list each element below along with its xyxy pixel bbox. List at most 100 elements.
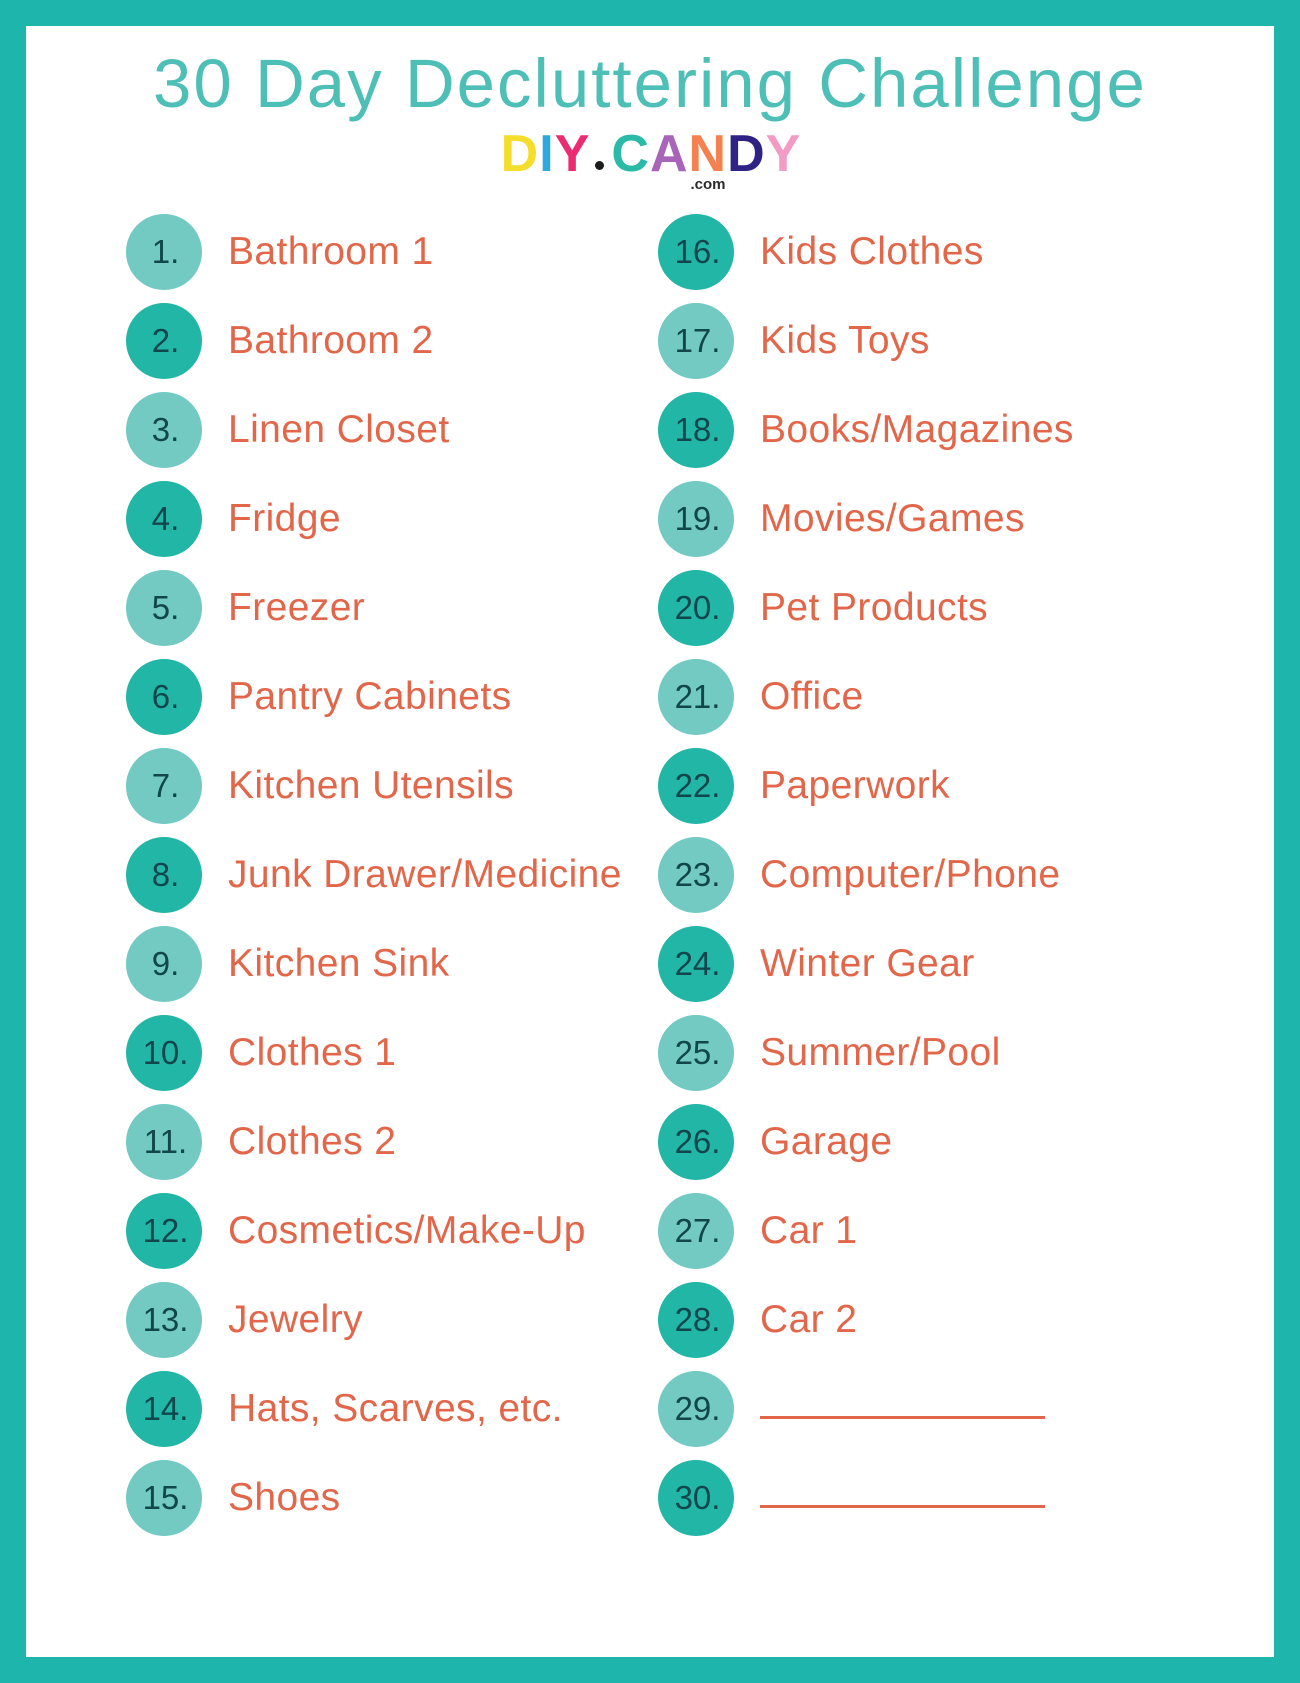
list-item[interactable]: 12. Cosmetics/Make-Up bbox=[126, 1186, 650, 1275]
list-item[interactable]: 22. Paperwork bbox=[658, 741, 1274, 830]
item-number-badge: 2. bbox=[126, 302, 202, 379]
item-number-badge: 10. bbox=[126, 1014, 202, 1091]
item-number-badge: 19. bbox=[658, 480, 734, 557]
list-item[interactable]: 6. Pantry Cabinets bbox=[126, 652, 650, 741]
checklist-left: 1. Bathroom 1 2. Bathroom 2 3. Linen Closet 4.… bbox=[126, 207, 650, 1542]
checklist-column-left: 1. Bathroom 1 2. Bathroom 2 3. Linen Closet 4.… bbox=[26, 207, 650, 1542]
checklist-columns: 1. Bathroom 1 2. Bathroom 2 3. Linen Closet 4.… bbox=[26, 193, 1274, 1542]
item-label: Books/Magazines bbox=[760, 407, 1074, 451]
item-number-badge: 23. bbox=[658, 836, 734, 913]
item-number-badge: 30. bbox=[658, 1459, 734, 1536]
list-item[interactable]: 11. Clothes 2 bbox=[126, 1097, 650, 1186]
item-number-badge: 14. bbox=[126, 1370, 202, 1447]
item-label: Garage bbox=[760, 1119, 893, 1163]
item-number-badge: 11. bbox=[126, 1103, 202, 1180]
item-label: Kids Clothes bbox=[760, 229, 984, 273]
checklist-right: 16. Kids Clothes 17. Kids Toys 18. Books/Maga… bbox=[658, 207, 1274, 1542]
item-number-badge: 17. bbox=[658, 302, 734, 379]
item-number-badge: 16. bbox=[658, 213, 734, 290]
page-title: 30 Day Decluttering Challenge bbox=[153, 45, 1147, 122]
list-item[interactable]: 28. Car 2 bbox=[658, 1275, 1274, 1364]
list-item[interactable]: 25. Summer/Pool bbox=[658, 1008, 1274, 1097]
list-item[interactable]: 20. Pet Products bbox=[658, 563, 1274, 652]
logo-letter-n: N bbox=[688, 125, 727, 184]
item-number-badge: 13. bbox=[126, 1281, 202, 1358]
list-item[interactable]: 26. Garage bbox=[658, 1097, 1274, 1186]
list-item[interactable]: 18. Books/Magazines bbox=[658, 385, 1274, 474]
item-label: Summer/Pool bbox=[760, 1030, 1001, 1074]
item-number-badge: 5. bbox=[126, 569, 202, 646]
logo-letter-d1: D bbox=[500, 125, 539, 184]
item-label: Hats, Scarves, etc. bbox=[228, 1386, 563, 1430]
list-item[interactable]: 21. Office bbox=[658, 652, 1274, 741]
item-number-badge: 25. bbox=[658, 1014, 734, 1091]
page-header: 30 Day Decluttering Challenge D I Y C A … bbox=[26, 26, 1274, 193]
item-label: Kitchen Sink bbox=[228, 941, 450, 985]
item-number-badge: 8. bbox=[126, 836, 202, 913]
item-number-badge: 22. bbox=[658, 747, 734, 824]
list-item[interactable]: 5. Freezer bbox=[126, 563, 650, 652]
list-item[interactable]: 7. Kitchen Utensils bbox=[126, 741, 650, 830]
list-item[interactable]: 9. Kitchen Sink bbox=[126, 919, 650, 1008]
list-item[interactable]: 29. bbox=[658, 1364, 1274, 1453]
item-label: Office bbox=[760, 674, 864, 718]
logo-letter-i: I bbox=[539, 125, 553, 184]
item-label: Shoes bbox=[228, 1475, 341, 1519]
list-item[interactable]: 19. Movies/Games bbox=[658, 474, 1274, 563]
item-label: Car 2 bbox=[760, 1297, 858, 1341]
list-item[interactable]: 13. Jewelry bbox=[126, 1275, 650, 1364]
item-number-badge: 7. bbox=[126, 747, 202, 824]
logo-domain-suffix: .com bbox=[690, 176, 726, 194]
list-item[interactable]: 2. Bathroom 2 bbox=[126, 296, 650, 385]
item-label: Freezer bbox=[228, 585, 366, 629]
item-label: Car 1 bbox=[760, 1208, 858, 1252]
list-item[interactable]: 8. Junk Drawer/Medicine bbox=[126, 830, 650, 919]
list-item[interactable]: 24. Winter Gear bbox=[658, 919, 1274, 1008]
brand-logo: D I Y C A N D Y .com bbox=[26, 126, 1274, 193]
item-label: Pantry Cabinets bbox=[228, 674, 512, 718]
item-label: Paperwork bbox=[760, 763, 951, 807]
logo-letter-a: A bbox=[649, 125, 688, 184]
item-label: Computer/Phone bbox=[760, 852, 1061, 896]
item-number-badge: 24. bbox=[658, 925, 734, 1002]
write-in-line[interactable] bbox=[760, 1505, 1045, 1509]
write-in-line[interactable] bbox=[760, 1416, 1045, 1420]
item-number-badge: 1. bbox=[126, 213, 202, 290]
item-number-badge: 20. bbox=[658, 569, 734, 646]
item-label: Junk Drawer/Medicine bbox=[228, 852, 622, 896]
list-item[interactable]: 10. Clothes 1 bbox=[126, 1008, 650, 1097]
item-number-badge: 15. bbox=[126, 1459, 202, 1536]
list-item[interactable]: 3. Linen Closet bbox=[126, 385, 650, 474]
item-number-badge: 28. bbox=[658, 1281, 734, 1358]
logo-letter-c: C bbox=[611, 125, 649, 184]
list-item[interactable]: 1. Bathroom 1 bbox=[126, 207, 650, 296]
list-item[interactable]: 4. Fridge bbox=[126, 474, 650, 563]
item-label: Clothes 1 bbox=[228, 1030, 397, 1074]
item-label: Pet Products bbox=[760, 585, 989, 629]
list-item[interactable]: 14. Hats, Scarves, etc. bbox=[126, 1364, 650, 1453]
logo-dot-icon bbox=[595, 161, 605, 171]
printable-page: 30 Day Decluttering Challenge D I Y C A … bbox=[26, 26, 1274, 1657]
list-item[interactable]: 16. Kids Clothes bbox=[658, 207, 1274, 296]
list-item[interactable]: 27. Car 1 bbox=[658, 1186, 1274, 1275]
item-label: Jewelry bbox=[228, 1297, 363, 1341]
item-label: Bathroom 2 bbox=[228, 318, 434, 362]
checklist-column-right: 16. Kids Clothes 17. Kids Toys 18. Books/Maga… bbox=[650, 207, 1274, 1542]
item-number-badge: 21. bbox=[658, 658, 734, 735]
item-number-badge: 9. bbox=[126, 925, 202, 1002]
item-label: Kids Toys bbox=[760, 318, 930, 362]
item-label: Winter Gear bbox=[760, 941, 975, 985]
list-item[interactable]: 30. bbox=[658, 1453, 1274, 1542]
logo-letter-d2: D bbox=[727, 125, 765, 184]
item-label: Movies/Games bbox=[760, 496, 1025, 540]
list-item[interactable]: 15. Shoes bbox=[126, 1453, 650, 1542]
item-number-badge: 29. bbox=[658, 1370, 734, 1447]
item-label: Clothes 2 bbox=[228, 1119, 397, 1163]
item-number-badge: 3. bbox=[126, 391, 202, 468]
list-item[interactable]: 17. Kids Toys bbox=[658, 296, 1274, 385]
item-label: Bathroom 1 bbox=[228, 229, 434, 273]
logo-letter-y1: Y bbox=[554, 125, 590, 184]
item-number-badge: 4. bbox=[126, 480, 202, 557]
item-number-badge: 6. bbox=[126, 658, 202, 735]
list-item[interactable]: 23. Computer/Phone bbox=[658, 830, 1274, 919]
